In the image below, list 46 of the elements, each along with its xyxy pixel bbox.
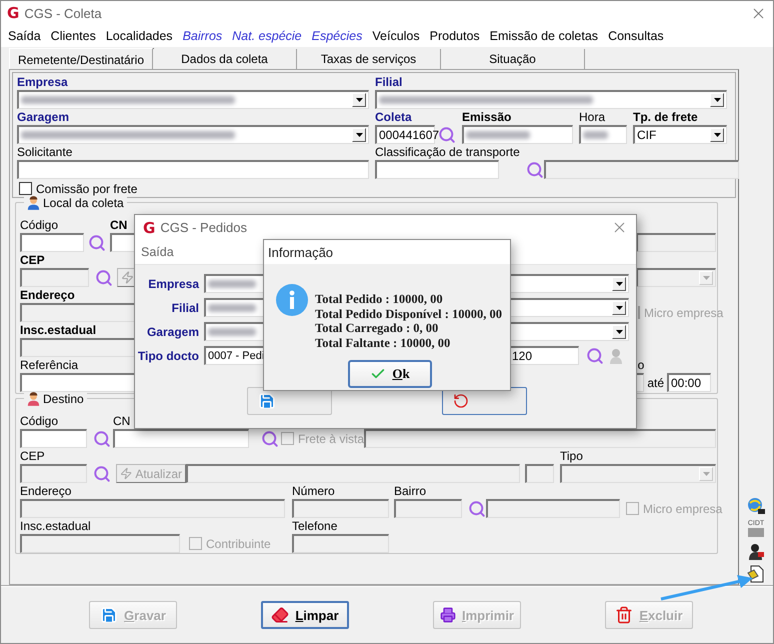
field-label: Referência	[20, 358, 78, 372]
field-label: Endereço	[20, 484, 72, 498]
field-label: Emissão	[462, 110, 512, 124]
field-label: Número	[292, 484, 335, 498]
checkbox-label: Frete à vista	[298, 432, 364, 446]
field-label: Classificação de transporte	[375, 145, 520, 159]
field-label: Telefone	[292, 519, 338, 533]
field-label: CN	[110, 218, 128, 232]
message-line: Total Faltante : 10000, 00	[315, 336, 452, 350]
field-label: Tp. de frete	[633, 110, 698, 124]
field-label: CEP	[20, 449, 45, 463]
field-label: Coleta	[375, 110, 412, 124]
dialog-title: CGS - Pedidos	[160, 220, 248, 235]
field-label: Endereço	[20, 288, 75, 302]
field-label: Código	[20, 218, 58, 232]
field-label: Tipo	[560, 449, 583, 463]
field-label: Garagem	[146, 324, 199, 338]
field-label: Tipo docto	[136, 348, 199, 362]
field-label: Garagem	[17, 110, 70, 124]
window-title: CGS - Coleta	[24, 6, 102, 20]
checkbox-label: Micro empresa	[644, 306, 724, 320]
checkbox-label: Micro empresa	[643, 502, 722, 516]
app-logo: G	[143, 220, 156, 236]
field-label: Insc.estadual	[20, 519, 91, 533]
checkbox-label: Comissão por frete	[36, 182, 138, 196]
field-label: Empresa	[147, 276, 199, 290]
field-label: Hora	[579, 110, 606, 124]
field-label: Código	[20, 414, 58, 428]
app-logo: G	[7, 5, 20, 21]
field-label: CEP	[20, 253, 45, 267]
checkbox-label: Contribuinte	[206, 536, 271, 550]
field-label: Filial	[375, 75, 402, 89]
message-line: Total Pedido : 10000, 00	[315, 292, 444, 307]
field-label: Filial	[170, 300, 199, 314]
field-label: Solicitante	[17, 145, 72, 159]
field-label: Insc.estadual	[20, 323, 96, 337]
group-title: Local da coleta	[43, 196, 124, 210]
field-label: o	[638, 358, 644, 372]
group-title: Destino	[43, 392, 84, 406]
field-label: CN	[113, 414, 130, 428]
dialog-title: Informação	[268, 244, 334, 260]
field-label: até	[647, 376, 664, 390]
field-label: Bairro	[394, 484, 426, 498]
field-label: Empresa	[17, 75, 68, 89]
message-line: Total Carregado : 0, 00	[315, 321, 440, 336]
message-line: Total Pedido Disponível : 10000, 00	[315, 306, 502, 322]
